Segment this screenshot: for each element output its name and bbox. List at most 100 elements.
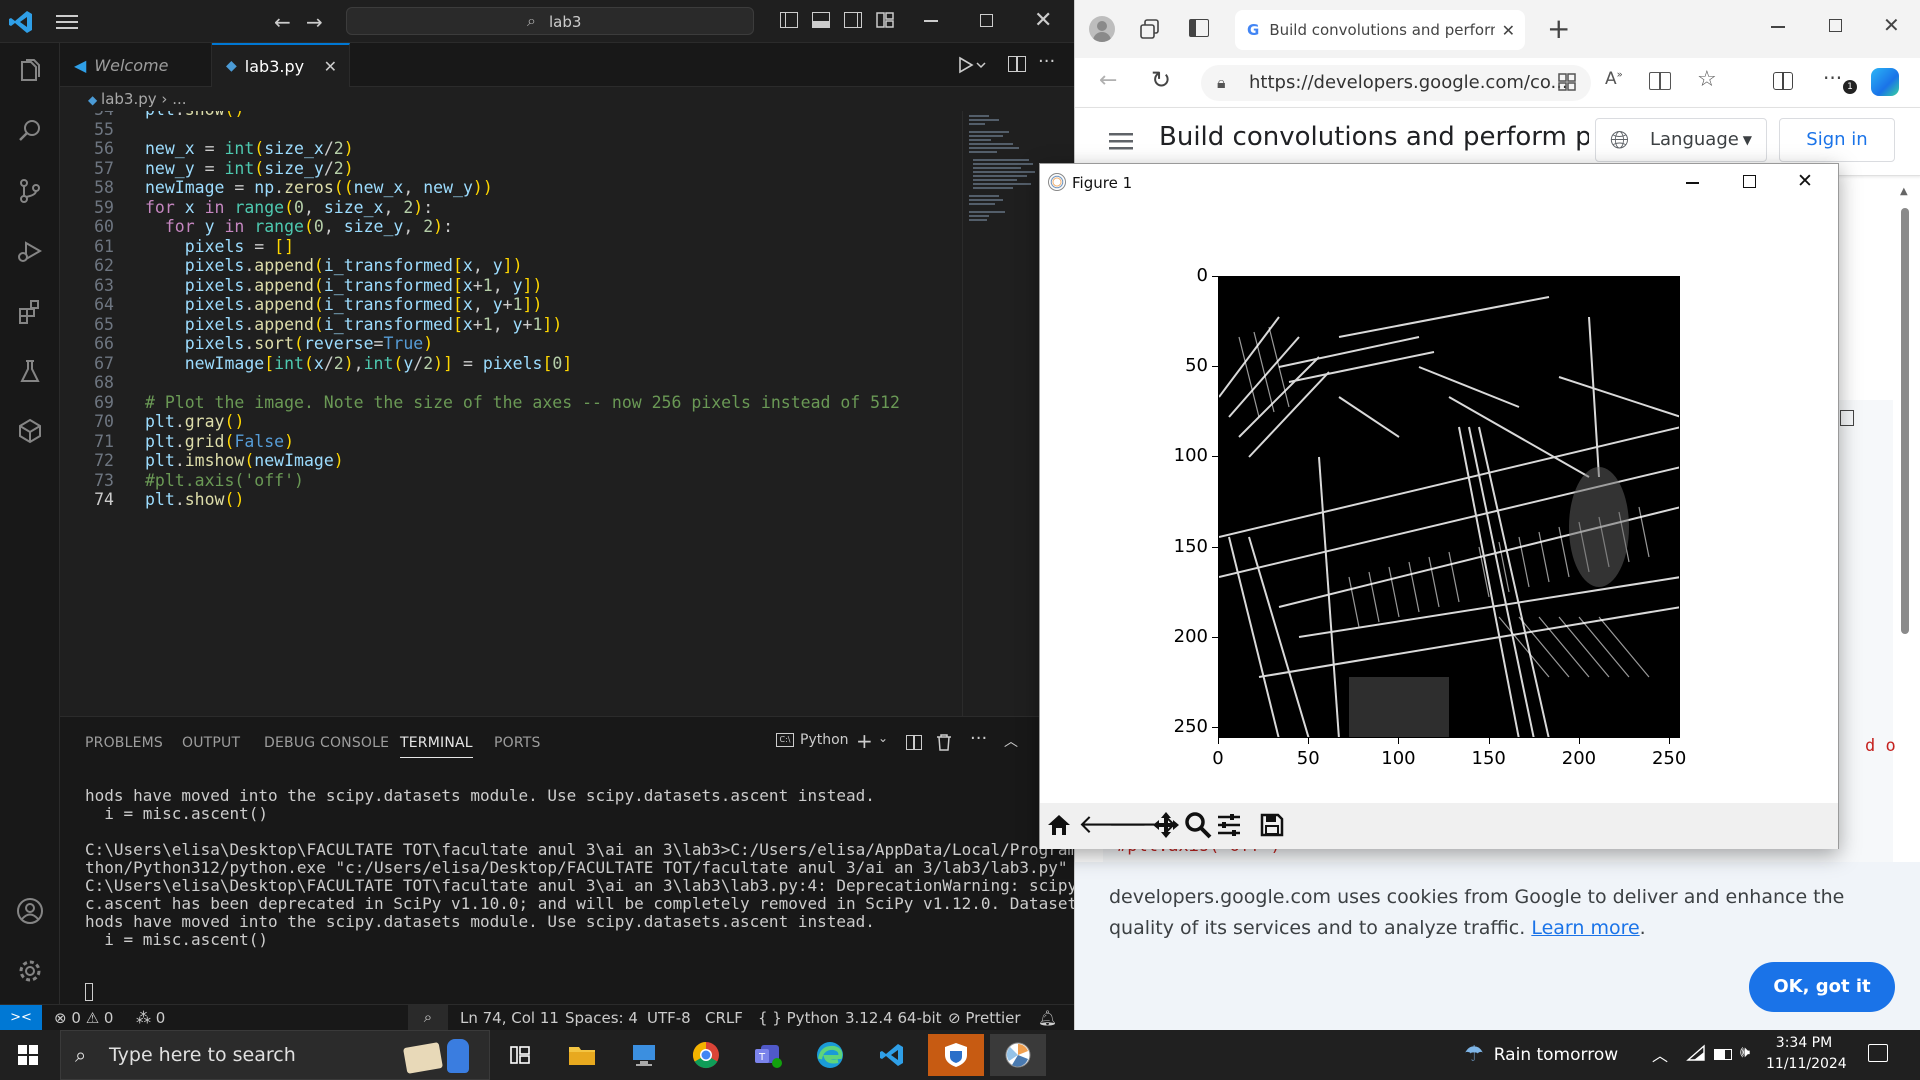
manage-gear-icon[interactable] bbox=[12, 953, 48, 989]
favorite-star-icon[interactable]: ☆ bbox=[1697, 67, 1717, 92]
minimize-icon[interactable] bbox=[1771, 26, 1785, 28]
home-icon[interactable] bbox=[1046, 813, 1072, 841]
more-actions-icon[interactable]: ··· bbox=[970, 728, 987, 749]
close-icon[interactable]: ✕ bbox=[1797, 170, 1813, 192]
maximize-icon[interactable] bbox=[1829, 19, 1842, 32]
url-field[interactable]: 🔒︎ https://developers.google.com/co... bbox=[1201, 65, 1591, 101]
remote-explorer-icon[interactable] bbox=[12, 413, 48, 449]
split-terminal-icon[interactable] bbox=[906, 735, 922, 750]
trash-icon[interactable] bbox=[936, 733, 952, 755]
browser-tab-active[interactable]: G Build convolutions and perform p ✕ bbox=[1235, 10, 1525, 50]
notification-center-icon[interactable] bbox=[1868, 1044, 1888, 1062]
close-icon[interactable]: ✕ bbox=[1034, 8, 1052, 33]
hamburger-menu-icon[interactable] bbox=[1109, 132, 1133, 154]
task-view-icon[interactable] bbox=[492, 1034, 548, 1076]
new-terminal-icon[interactable]: + bbox=[856, 729, 873, 753]
problems-status[interactable]: ⊗ 0 ⚠ 0 bbox=[54, 1009, 113, 1027]
code-editor[interactable]: 54plt.show()5556new_x = int(size_x/2)57n… bbox=[60, 111, 962, 716]
app-available-icon[interactable] bbox=[1557, 72, 1577, 96]
tab-debug-console[interactable]: DEBUG CONSOLE bbox=[264, 735, 389, 751]
prettier-status[interactable]: ⊘ Prettier bbox=[948, 1009, 1021, 1027]
breadcrumb-file[interactable]: lab3.py bbox=[101, 90, 157, 108]
customize-layout-icon[interactable] bbox=[876, 12, 894, 28]
command-center-search[interactable]: ⌕ lab3 bbox=[346, 7, 754, 35]
learn-more-link[interactable]: Learn more bbox=[1531, 917, 1639, 939]
clock[interactable]: 3:34 PM 11/11/2024 bbox=[1766, 1033, 1847, 1075]
toggle-panel-icon[interactable] bbox=[812, 12, 830, 28]
maximize-icon[interactable] bbox=[1743, 175, 1756, 188]
close-tab-icon[interactable]: ✕ bbox=[1502, 21, 1515, 40]
menu-icon[interactable] bbox=[56, 14, 78, 30]
tab-terminal[interactable]: TERMINAL bbox=[400, 735, 473, 758]
zoom-icon[interactable]: ⌕ bbox=[408, 1005, 448, 1030]
run-python-file-icon[interactable] bbox=[958, 55, 986, 79]
remote-indicator[interactable]: >< bbox=[0, 1005, 42, 1030]
ports-status[interactable]: ⁂ 0 bbox=[136, 1009, 165, 1027]
zoom-magnifier-icon[interactable] bbox=[1184, 811, 1212, 843]
vertical-tabs-icon[interactable] bbox=[1189, 19, 1209, 37]
forward-arrow-icon[interactable]: → bbox=[306, 10, 323, 34]
save-figure-icon[interactable] bbox=[1260, 813, 1284, 841]
minimize-icon[interactable] bbox=[924, 20, 938, 22]
split-screen-icon[interactable] bbox=[1773, 72, 1793, 90]
shield-app-icon[interactable] bbox=[928, 1034, 984, 1076]
explorer-icon[interactable] bbox=[12, 53, 48, 89]
tab-welcome[interactable]: ◀ Welcome bbox=[60, 43, 212, 87]
code-line[interactable]: 74 plt.show() bbox=[60, 488, 960, 512]
tab-lab3-py[interactable]: ◆ lab3.py ✕ bbox=[212, 43, 350, 87]
windows-start-icon[interactable] bbox=[18, 1045, 38, 1069]
chevron-down-icon[interactable]: ⌄ bbox=[878, 731, 888, 745]
file-explorer-icon[interactable] bbox=[554, 1034, 610, 1076]
scrollbar-thumb[interactable] bbox=[1901, 208, 1909, 634]
python-interpreter[interactable]: 3.12.4 64-bit bbox=[845, 1009, 942, 1027]
encoding[interactable]: UTF-8 bbox=[647, 1009, 691, 1027]
source-control-icon[interactable] bbox=[12, 173, 48, 209]
terminal-profile[interactable]: C:\ Python bbox=[776, 732, 849, 748]
back-arrow-icon[interactable]: ← bbox=[274, 10, 291, 34]
terminal-output[interactable]: hods have moved into the scipy.datasets … bbox=[85, 785, 1116, 949]
tab-output[interactable]: OUTPUT bbox=[182, 735, 240, 751]
maximize-icon[interactable] bbox=[980, 14, 993, 27]
indentation[interactable]: Spaces: 4 bbox=[565, 1009, 638, 1027]
end-of-line[interactable]: CRLF bbox=[705, 1009, 743, 1027]
volume-icon[interactable]: 🕪︎ bbox=[1740, 1042, 1750, 1062]
new-tab-icon[interactable]: + bbox=[1547, 12, 1570, 45]
workspaces-icon[interactable] bbox=[1139, 18, 1161, 44]
minimize-icon[interactable] bbox=[1686, 182, 1699, 184]
vscode-taskbar-icon[interactable] bbox=[864, 1034, 920, 1076]
computer-app-icon[interactable] bbox=[616, 1034, 672, 1076]
profile-avatar[interactable] bbox=[1089, 16, 1115, 42]
battery-icon[interactable] bbox=[1714, 1049, 1732, 1060]
close-tab-icon[interactable]: ✕ bbox=[324, 57, 337, 76]
settings-more-icon[interactable]: ··· bbox=[1823, 66, 1842, 90]
accounts-icon[interactable] bbox=[12, 893, 48, 929]
teams-icon[interactable]: T bbox=[740, 1034, 796, 1076]
refresh-icon[interactable]: ↻ bbox=[1151, 66, 1171, 94]
breadcrumb-symbol[interactable]: ... bbox=[172, 90, 186, 108]
testing-icon[interactable] bbox=[12, 353, 48, 389]
copilot-icon[interactable] bbox=[1871, 68, 1899, 96]
close-window-icon[interactable]: ✕ bbox=[1883, 13, 1900, 37]
edge-icon[interactable] bbox=[802, 1034, 858, 1076]
wifi-icon[interactable] bbox=[1686, 1044, 1706, 1066]
toggle-secondary-sidebar-icon[interactable] bbox=[844, 12, 862, 28]
configure-subplots-icon[interactable] bbox=[1216, 813, 1242, 841]
read-aloud-icon[interactable]: A» bbox=[1605, 69, 1623, 89]
chrome-icon[interactable] bbox=[678, 1034, 734, 1076]
language-button[interactable]: 🌐︎ Language ▼ bbox=[1595, 118, 1767, 162]
figure-canvas[interactable]: 0 50 100 150 200 250 0 50 100 150 200 250 bbox=[1040, 202, 1838, 803]
tab-problems[interactable]: PROBLEMS bbox=[85, 735, 163, 751]
extensions-icon[interactable] bbox=[12, 293, 48, 329]
sign-in-button[interactable]: Sign in bbox=[1779, 118, 1895, 162]
copy-code-icon[interactable] bbox=[1840, 410, 1854, 426]
tab-ports[interactable]: PORTS bbox=[494, 735, 541, 751]
immersive-reader-icon[interactable] bbox=[1649, 72, 1671, 90]
plot-image[interactable] bbox=[1218, 276, 1680, 738]
search-icon[interactable] bbox=[12, 113, 48, 149]
language-mode[interactable]: { } Python bbox=[758, 1009, 839, 1027]
cursor-position[interactable]: Ln 74, Col 11 bbox=[460, 1009, 559, 1027]
ok-got-it-button[interactable]: OK, got it bbox=[1749, 962, 1895, 1012]
pan-move-icon[interactable] bbox=[1152, 811, 1180, 843]
toggle-sidebar-icon[interactable] bbox=[780, 12, 798, 28]
run-debug-icon[interactable] bbox=[12, 233, 48, 269]
